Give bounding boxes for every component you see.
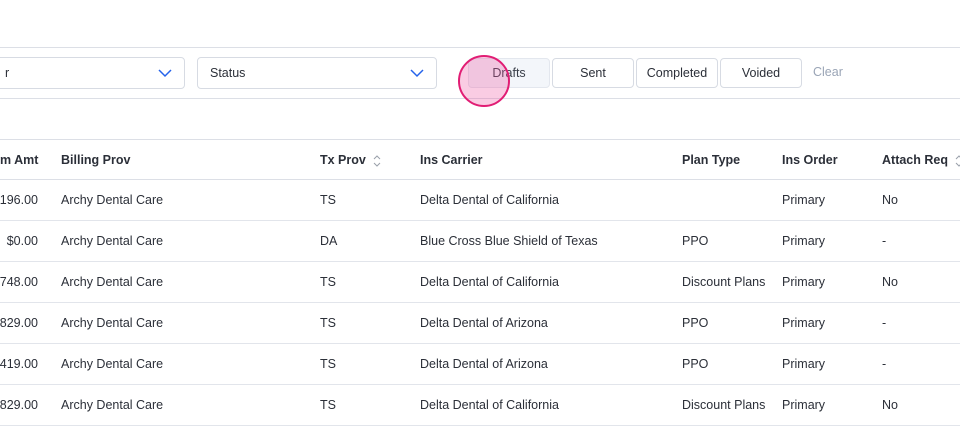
sort-icon[interactable] xyxy=(954,154,960,167)
cell-plan-type: PPO xyxy=(682,234,709,248)
header-ins-carrier[interactable]: Ins Carrier xyxy=(420,153,483,167)
cell-tx-prov: TS xyxy=(320,398,336,412)
cell-amount: 196.00 xyxy=(0,193,38,207)
table-row[interactable]: 829.00 Archy Dental Care TS Delta Dental… xyxy=(0,385,960,426)
cell-tx-prov: TS xyxy=(320,357,336,371)
table-row[interactable]: 419.00 Archy Dental Care TS Delta Dental… xyxy=(0,344,960,385)
cell-ins-order: Primary xyxy=(782,275,826,289)
cell-amount: 419.00 xyxy=(0,357,38,371)
cell-ins-order: Primary xyxy=(782,357,826,371)
cell-attach-req: No xyxy=(882,398,898,412)
cell-ins-order: Primary xyxy=(782,398,826,412)
cell-ins-order: Primary xyxy=(782,234,826,248)
filter-bar: r Status Drafts Sent Completed Voided Cl… xyxy=(0,48,960,98)
tab-completed[interactable]: Completed xyxy=(636,58,718,88)
chevron-down-icon xyxy=(158,69,172,78)
cell-billing-prov: Archy Dental Care xyxy=(61,398,164,412)
cell-ins-carrier: Delta Dental of California xyxy=(420,193,559,207)
cell-billing-prov: Archy Dental Care xyxy=(61,275,164,289)
tab-voided[interactable]: Voided xyxy=(720,58,802,88)
header-attach-req-label: Attach Req xyxy=(882,153,948,167)
status-select[interactable]: Status xyxy=(197,57,437,89)
cell-ins-carrier: Delta Dental of Arizona xyxy=(420,357,548,371)
table-row[interactable]: 748.00 Archy Dental Care TS Delta Dental… xyxy=(0,262,960,303)
filter-divider xyxy=(0,98,960,99)
cell-amount: 829.00 xyxy=(0,398,38,412)
cell-ins-carrier: Blue Cross Blue Shield of Texas xyxy=(420,234,598,248)
claims-table: m Amt Billing Prov Tx Prov Ins Carrier P… xyxy=(0,139,960,426)
tab-drafts[interactable]: Drafts xyxy=(468,58,550,88)
cell-plan-type: PPO xyxy=(682,357,709,371)
cell-tx-prov: DA xyxy=(320,234,338,248)
cell-attach-req: - xyxy=(882,316,887,330)
cell-attach-req: - xyxy=(882,234,887,248)
table-header: m Amt Billing Prov Tx Prov Ins Carrier P… xyxy=(0,139,960,180)
header-tx-prov-label: Tx Prov xyxy=(320,153,366,167)
table-row[interactable]: 196.00 Archy Dental Care TS Delta Dental… xyxy=(0,180,960,221)
status-select-placeholder: Status xyxy=(210,66,246,80)
cell-ins-carrier: Delta Dental of California xyxy=(420,275,559,289)
provider-select[interactable]: r xyxy=(0,57,185,89)
cell-plan-type: Discount Plans xyxy=(682,398,766,412)
cell-ins-carrier: Delta Dental of Arizona xyxy=(420,316,548,330)
cell-attach-req: No xyxy=(882,275,898,289)
header-tx-prov[interactable]: Tx Prov xyxy=(320,153,382,167)
cell-attach-req: No xyxy=(882,193,898,207)
cell-billing-prov: Archy Dental Care xyxy=(61,193,164,207)
cell-billing-prov: Archy Dental Care xyxy=(61,357,164,371)
cell-tx-prov: TS xyxy=(320,193,336,207)
cell-amount: 829.00 xyxy=(0,316,38,330)
header-plan-type[interactable]: Plan Type xyxy=(682,153,740,167)
cell-tx-prov: TS xyxy=(320,316,336,330)
cell-billing-prov: Archy Dental Care xyxy=(61,316,164,330)
header-attach-req[interactable]: Attach Req xyxy=(882,153,960,167)
tab-sent[interactable]: Sent xyxy=(552,58,634,88)
header-billing-prov[interactable]: Billing Prov xyxy=(61,153,130,167)
cell-attach-req: - xyxy=(882,357,887,371)
cell-ins-order: Primary xyxy=(782,316,826,330)
cell-amount: 748.00 xyxy=(0,275,38,289)
provider-select-value: r xyxy=(5,66,10,80)
table-row[interactable]: $0.00 Archy Dental Care DA Blue Cross Bl… xyxy=(0,221,960,262)
cell-plan-type: Discount Plans xyxy=(682,275,766,289)
header-amount[interactable]: m Amt xyxy=(0,153,38,167)
cell-ins-order: Primary xyxy=(782,193,826,207)
table-row[interactable]: 829.00 Archy Dental Care TS Delta Dental… xyxy=(0,303,960,344)
clear-filters-link[interactable]: Clear xyxy=(813,65,843,79)
cell-plan-type: PPO xyxy=(682,316,709,330)
chevron-down-icon xyxy=(410,69,424,78)
sort-icon[interactable] xyxy=(372,154,382,167)
cell-amount: $0.00 xyxy=(6,234,38,248)
cell-tx-prov: TS xyxy=(320,275,336,289)
cell-billing-prov: Archy Dental Care xyxy=(61,234,164,248)
header-ins-order[interactable]: Ins Order xyxy=(782,153,838,167)
cell-ins-carrier: Delta Dental of California xyxy=(420,398,559,412)
